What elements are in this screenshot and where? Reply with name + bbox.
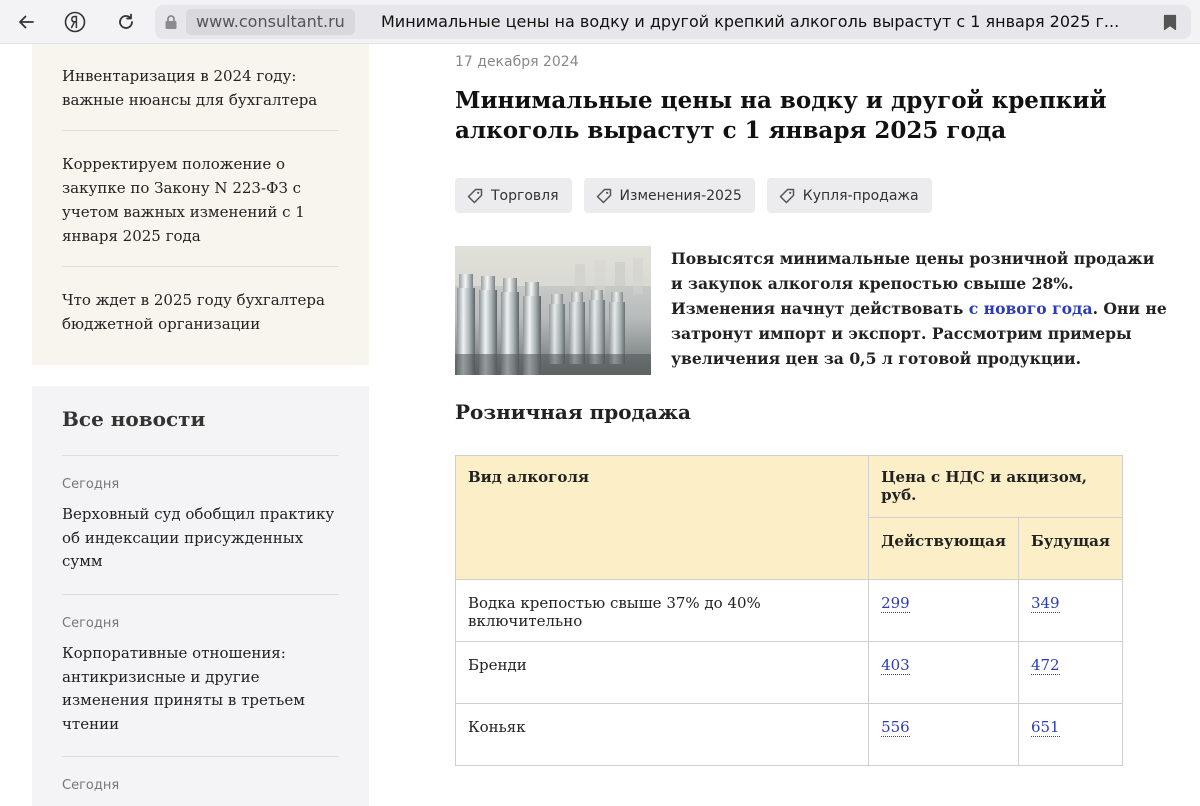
price-link[interactable]: 349 [1030,594,1060,613]
cell-current: 556 [868,703,1019,766]
related-article-link[interactable]: Что ждет в 2025 году бухгалтера бюджетно… [62,288,339,336]
price-link[interactable]: 299 [881,594,910,613]
price-link[interactable]: 472 [1030,656,1060,675]
all-news-heading[interactable]: Все новости [62,407,205,431]
bookmark-icon[interactable] [1163,14,1177,31]
news-date: Сегодня [62,477,120,492]
tag-label: Изменения-2025 [619,187,742,204]
yandex-logo-icon [64,11,86,33]
article-photo [455,246,651,375]
divider [62,130,339,131]
divider [62,266,339,267]
tag-chip[interactable]: Купля-продажа [766,178,932,213]
section-heading: Розничная продажа [455,400,691,424]
tag-chip[interactable]: Изменения-2025 [583,178,755,213]
article-title: Минимальные цены на водку и другой крепк… [455,87,1107,144]
tag-label: Торговля [491,187,559,204]
address-page-title[interactable]: Минимальные цены на водку и другой крепк… [381,5,1126,39]
price-table: Вид алкоголя Цена с НДС и акцизом, руб. … [454,455,1124,766]
divider [62,594,339,595]
cell-current: 299 [868,579,1019,642]
browser-toolbar: www.consultant.ru Минимальные цены на во… [0,0,1200,44]
article-date: 17 декабря 2024 [455,54,579,70]
news-date: Сегодня [62,778,120,793]
col-header-type: Вид алкоголя [454,455,870,580]
address-bar[interactable]: www.consultant.ru Минимальные цены на во… [155,5,1191,39]
article-tags: Торговля Изменения-2025 Купля-продажа [455,178,932,213]
cell-type: Коньяк [454,703,870,766]
cell-type: Водка крепостью свыше 37% до 40% включит… [454,579,870,642]
table-row: Коньяк 556 651 [454,703,1124,766]
address-domain[interactable]: www.consultant.ru [186,9,355,35]
col-header-price: Цена с НДС и акцизом, руб. [868,455,1123,518]
yandex-button[interactable] [60,8,90,36]
tag-chip[interactable]: Торговля [455,178,572,213]
tag-icon [596,188,611,203]
related-article-link[interactable]: Корректируем положение о закупке по Зако… [62,152,339,248]
all-news-panel: Все новости Сегодня Верховный суд обобщи… [32,386,369,806]
back-arrow-icon [19,15,34,29]
related-articles-panel: Инвентаризация в 2024 году: важные нюанс… [32,44,369,365]
divider [62,455,339,456]
tag-icon [779,188,795,203]
new-year-link[interactable]: с нового года [969,299,1093,318]
lead-sentence-1: Повысятся минимальные цены розничной про… [671,249,1155,293]
cell-current: 403 [868,641,1019,704]
news-item-link[interactable]: Верховный суд обобщил практику об индекс… [62,503,339,574]
reload-icon [119,13,133,29]
price-link[interactable]: 651 [1030,718,1060,737]
cell-future: 651 [1017,703,1124,766]
divider [62,756,339,757]
col-header-current: Действующая [868,517,1019,580]
article-lead: Повысятся минимальные цены розничной про… [671,246,1171,371]
cell-future: 349 [1017,579,1124,642]
news-item-link[interactable]: Корпоративные отношения: антикризисные и… [62,642,339,736]
lead-sentence-2: Изменения начнут действовать [671,299,969,318]
price-link[interactable]: 403 [881,656,910,675]
cell-future: 472 [1017,641,1124,704]
tag-icon [467,188,483,203]
news-date: Сегодня [62,616,120,631]
related-article-link[interactable]: Инвентаризация в 2024 году: важные нюанс… [62,64,339,112]
lock-icon [165,15,177,29]
tag-label: Купля-продажа [802,187,919,204]
price-link[interactable]: 556 [881,718,910,737]
reload-button[interactable] [111,8,141,36]
cell-type: Бренди [454,641,870,704]
table-row: Бренди 403 472 [454,641,1124,704]
back-button[interactable] [11,8,41,36]
table-row: Водка крепостью свыше 37% до 40% включит… [454,579,1124,642]
col-header-future: Будущая [1017,517,1124,580]
